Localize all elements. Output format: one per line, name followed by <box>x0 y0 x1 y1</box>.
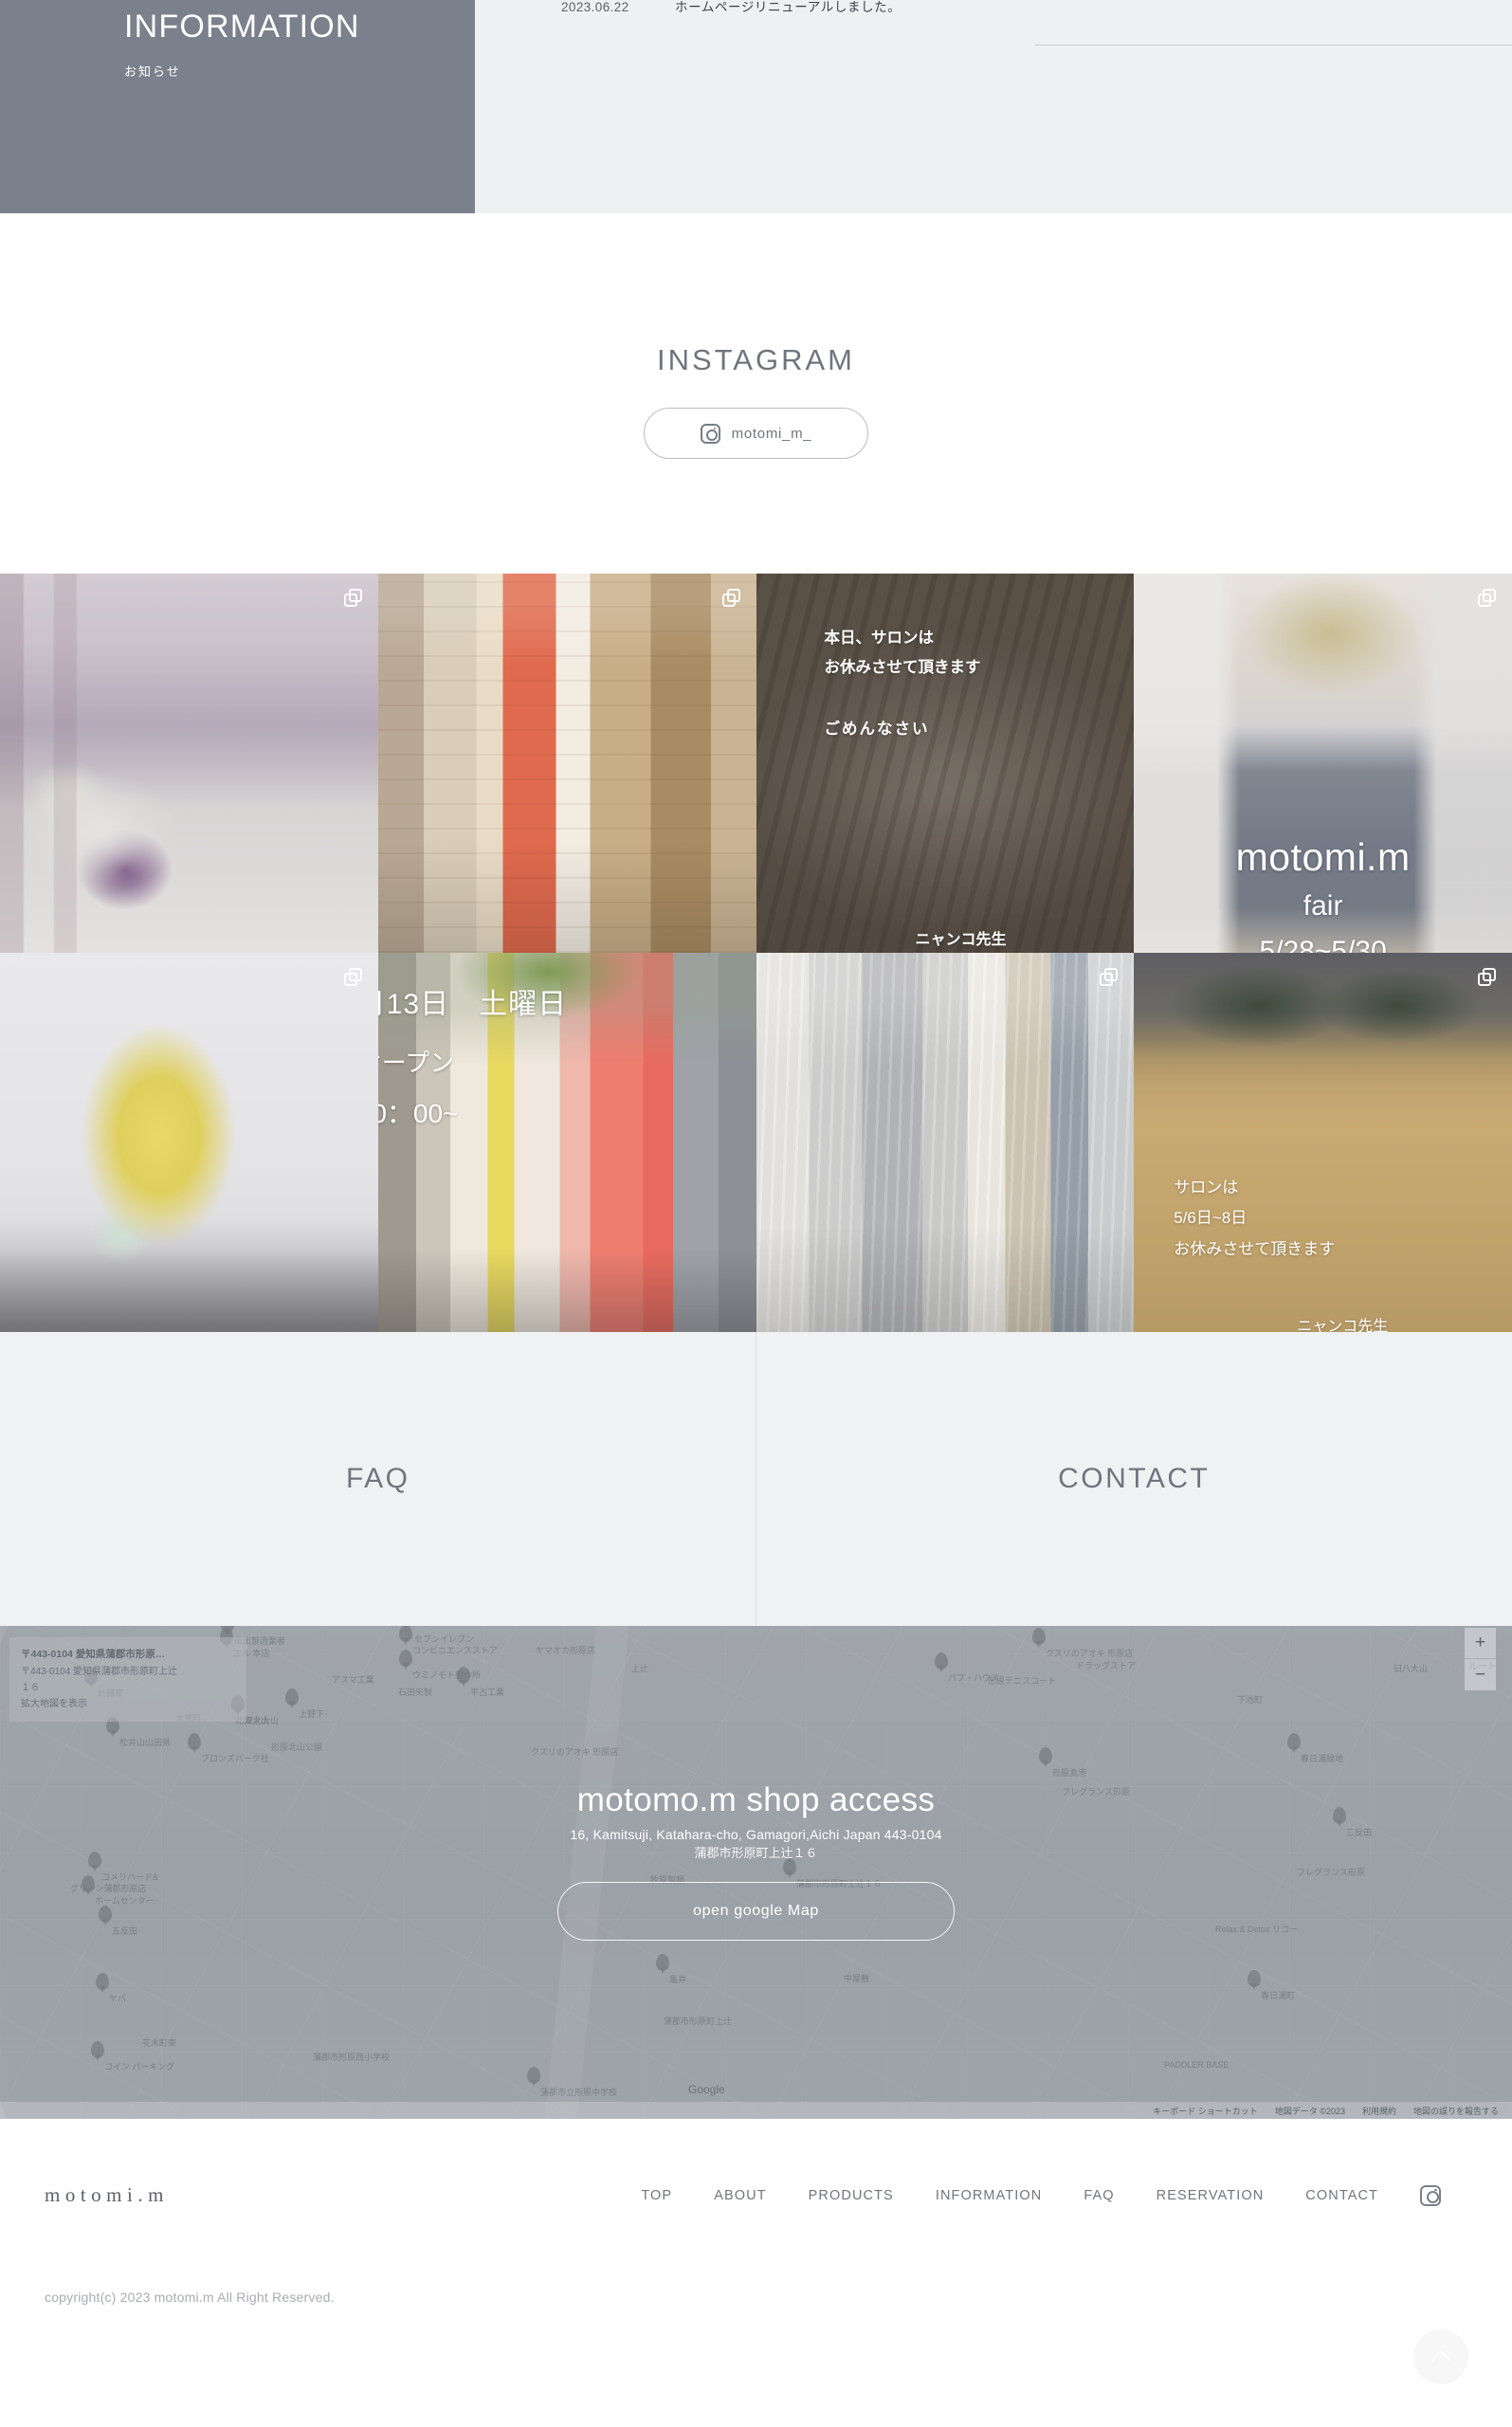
post-caption-line: 本日、サロンは お休みさせて頂きます <box>824 630 981 677</box>
news-divider <box>1035 45 1512 46</box>
multi-photo-icon <box>1478 968 1497 987</box>
map-zoom-out-button[interactable]: − <box>1465 1659 1496 1690</box>
faq-link-panel[interactable]: FAQ <box>0 1332 756 1626</box>
post-caption-line: 5/28~5/30 <box>1259 936 1387 953</box>
multi-photo-icon <box>1478 589 1497 608</box>
faq-label: FAQ <box>345 1463 410 1494</box>
instagram-post-6[interactable]: 月13日 土曜日 オープン 10：00~ <box>377 953 756 1332</box>
post-caption-line: ニャンコ先生 <box>915 932 1007 948</box>
scroll-to-top-button[interactable] <box>1413 2329 1468 2384</box>
map-shortcuts-link[interactable]: キーボード ショートカット <box>1153 2105 1258 2117</box>
instagram-post-7[interactable] <box>756 953 1135 1332</box>
multi-photo-icon <box>1100 968 1119 987</box>
map-content: motomo.m shop access 16, Kamitsuji, Kata… <box>0 1781 1512 1941</box>
map-zoom-in-button[interactable]: + <box>1465 1628 1496 1659</box>
open-google-map-button[interactable]: open google Map <box>557 1882 955 1941</box>
post-caption-line: オープン <box>378 1049 455 1077</box>
faq-contact-section: FAQ CONTACT <box>0 1332 1512 1626</box>
map-report-error-link[interactable]: 地図の誤りを報告する <box>1413 2105 1499 2117</box>
map-address-en: 16, Kamitsuji, Katahara-cho, Gamagori,Ai… <box>570 1827 942 1842</box>
page-title: INFORMATION <box>124 9 360 45</box>
chevron-up-icon <box>1430 2349 1451 2370</box>
information-content-panel: 2023.06.22 ホームページリニューアルしました。 VIEW MORE..… <box>475 0 1512 213</box>
instagram-post-3[interactable]: 本日、サロンは お休みさせて頂きます ごめんなさい ニャンコ先生 <box>756 574 1135 953</box>
post-caption-line: ニャンコ先生 <box>1297 1319 1389 1332</box>
map-section[interactable]: エル 本店 セブンイレブン コンビニエンスストア ヤマオカ形原店 ウミノモト製作所 アスマ… <box>0 1626 1512 2119</box>
footer: motomi.m TOP ABOUT PRODUCTS INFORMATION FAQ R… <box>0 2119 1512 2403</box>
news-item[interactable]: 2023.06.22 ホームページリニューアルしました。 <box>561 0 1426 15</box>
contact-label: CONTACT <box>1058 1463 1211 1494</box>
post-caption-line: fair <box>1303 890 1343 922</box>
information-heading-panel: INFORMATION お知らせ <box>0 0 475 213</box>
copyright-text: copyright(c) 2023 motomi.m All Right Res… <box>45 2290 335 2305</box>
instagram-section: INSTAGRAM motomi_m_ <box>0 213 1512 574</box>
footer-nav-link-reservation[interactable]: RESERVATION <box>1157 2188 1265 2203</box>
google-watermark: Google <box>688 2083 725 2096</box>
footer-nav-link-faq[interactable]: FAQ <box>1084 2188 1114 2203</box>
instagram-icon[interactable] <box>1420 2184 1441 2206</box>
instagram-post-8[interactable]: サロンは 5/6日~8日 お休みさせて頂きます ニャンコ先生 <box>1134 953 1512 1332</box>
page-root: INFORMATION お知らせ 2023.06.22 ホームページリニューアル… <box>0 0 1512 2427</box>
news-date: 2023.06.22 <box>561 0 629 14</box>
footer-nav-link-about[interactable]: ABOUT <box>714 2188 766 2203</box>
map-title: motomo.m shop access <box>576 1781 936 1818</box>
multi-photo-icon <box>343 968 363 987</box>
instagram-title: INSTAGRAM <box>657 343 855 376</box>
instagram-post-4[interactable]: motomi.m fair 5/28~5/30 <box>1134 574 1512 953</box>
information-section: INFORMATION お知らせ 2023.06.22 ホームページリニューアル… <box>0 0 1512 213</box>
footer-nav-link-information[interactable]: INFORMATION <box>936 2188 1043 2203</box>
footer-nav-link-top[interactable]: TOP <box>641 2188 672 2203</box>
footer-nav-link-products[interactable]: PRODUCTS <box>809 2188 894 2203</box>
instagram-post-1[interactable] <box>0 574 378 953</box>
post-caption-line: 月13日 土曜日 <box>377 989 568 1020</box>
post-caption-line: 10：00~ <box>377 1099 459 1128</box>
map-terms-link[interactable]: 利用規約 <box>1362 2105 1396 2117</box>
instagram-post-5[interactable] <box>0 953 378 1332</box>
post-caption-line: サロンは 5/6日~8日 お休みさせて頂きます <box>1174 1178 1336 1258</box>
map-data-credit: 地図データ ©2023 <box>1274 2106 1345 2116</box>
multi-photo-icon <box>721 589 741 608</box>
footer-nav-link-contact[interactable]: CONTACT <box>1305 2188 1378 2203</box>
instagram-icon <box>700 423 720 444</box>
multi-photo-icon <box>343 589 363 608</box>
instagram-grid: 本日、サロンは お休みさせて頂きます ごめんなさい ニャンコ先生 motomi.… <box>0 574 1512 1332</box>
footer-logo[interactable]: motomi.m <box>45 2183 169 2207</box>
footer-nav: TOP ABOUT PRODUCTS INFORMATION FAQ RESERVATIO… <box>641 2184 1441 2206</box>
contact-link-panel[interactable]: CONTACT <box>756 1332 1512 1626</box>
instagram-handle-button[interactable]: motomi_m_ <box>644 408 868 459</box>
instagram-post-2[interactable] <box>377 574 756 953</box>
post-caption-line: ごめんなさい <box>824 721 930 738</box>
map-attribution-bar: キーボード ショートカット 地図データ ©2023 利用規約 地図の誤りを報告す… <box>0 2102 1512 2119</box>
post-caption-line: motomi.m <box>1235 835 1411 879</box>
page-subtitle: お知らせ <box>124 64 181 79</box>
map-zoom-controls[interactable]: + − <box>1465 1628 1496 1690</box>
map-address-jp: 蒲郡市形原町上辻１６ <box>694 1846 818 1860</box>
news-title: ホームページリニューアルしました。 <box>675 0 902 14</box>
instagram-handle-label: motomi_m_ <box>731 425 812 442</box>
